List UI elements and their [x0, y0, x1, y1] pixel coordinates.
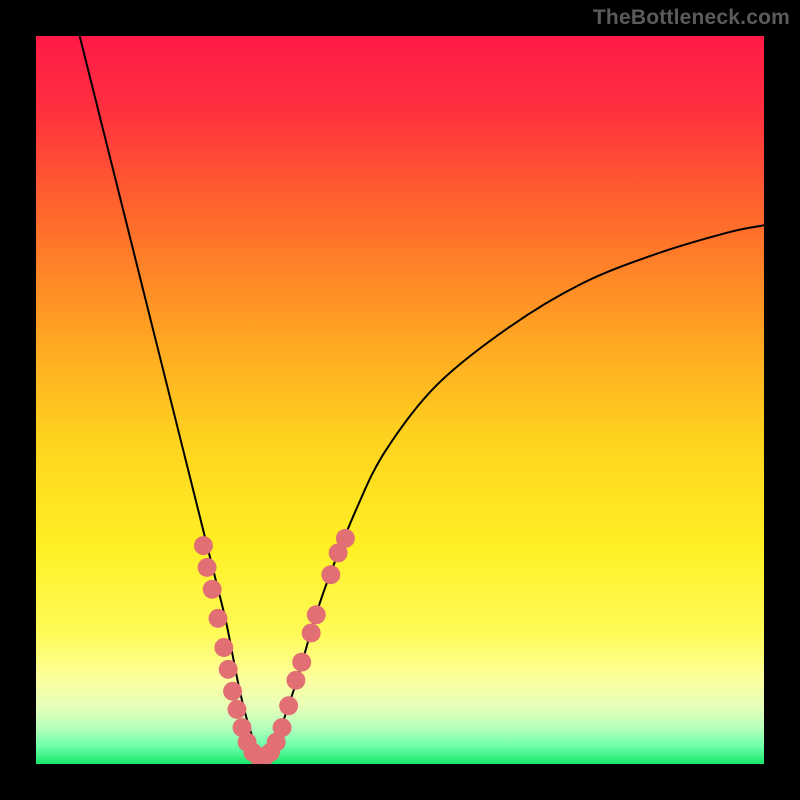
curve-marker — [219, 660, 238, 679]
curve-markers — [194, 529, 355, 764]
curve-marker — [286, 671, 305, 690]
curve-marker — [214, 638, 233, 657]
chart-frame: TheBottleneck.com — [0, 0, 800, 800]
curve-marker — [198, 558, 217, 577]
curve-marker — [321, 565, 340, 584]
chart-svg — [36, 36, 764, 764]
curve-marker — [194, 536, 213, 555]
curve-marker — [336, 529, 355, 548]
curve-marker — [307, 605, 326, 624]
curve-marker — [273, 718, 292, 737]
curve-marker — [279, 696, 298, 715]
plot-area — [36, 36, 764, 764]
curve-marker — [227, 700, 246, 719]
curve-marker — [203, 580, 222, 599]
bottleneck-curve — [80, 36, 764, 759]
curve-marker — [292, 653, 311, 672]
curve-marker — [302, 623, 321, 642]
curve-marker — [223, 682, 242, 701]
watermark-text: TheBottleneck.com — [593, 6, 790, 30]
curve-marker — [209, 609, 228, 628]
